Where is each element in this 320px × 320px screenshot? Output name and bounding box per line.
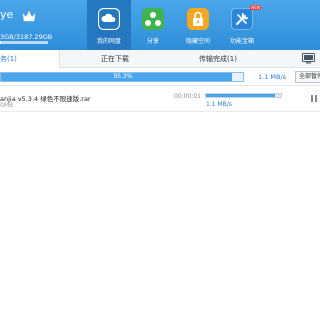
lock-icon [187,8,209,30]
task-progress-fill [206,94,275,97]
task-elapsed-time: 00:00:01 [174,93,201,100]
storage-quota-bar [0,41,48,44]
brand-name: ye [0,8,14,21]
app-header: ye 3GB/3187.29GB 我的网盘 分享 隐藏空间 NEW 功能宝箱 [0,0,320,50]
toolbox-icon [231,8,253,30]
overall-progress-label: 95.3% [113,73,133,80]
task-file-name: anjia v5.3.4 绿色不限速版.rar [0,95,91,103]
table-row[interactable]: anjia v5.3.4 绿色不限速版.rar 0MB 00:00:01 1.1… [0,86,320,112]
share-icon [142,8,164,30]
transfer-tabs: 务(1) 正在下载 传输完成(1) [0,50,320,68]
storage-quota-text: 3GB/3187.29GB [0,33,53,41]
nav-toolbox[interactable]: NEW 功能宝箱 [220,0,264,50]
new-badge: NEW [250,5,262,10]
task-progress-bar [205,93,282,98]
pause-icon[interactable] [311,95,318,103]
task-speed: 1.1 MB/s [206,101,232,108]
overall-progress-bar: 95.3% [0,72,244,82]
monitor-icon[interactable] [302,53,315,64]
crown-icon [22,11,36,22]
nav-hidden-space[interactable]: 隐藏空间 [176,0,220,50]
overall-speed: 1.1 MB/s [258,73,287,81]
nav-label: 隐藏空间 [185,38,210,45]
nav-label: 功能宝箱 [229,38,254,45]
overall-progress-row: 95.3% 1.1 MB/s 全部暂停 [0,68,320,86]
task-file-size: 0MB [0,102,14,109]
nav-label: 我的网盘 [96,38,121,45]
cloud-icon [98,8,120,30]
nav-my-cloud[interactable]: 我的网盘 [87,0,131,50]
nav-label: 分享 [146,38,159,45]
tab-completed[interactable]: 传输完成(1) [188,50,248,68]
pause-all-button[interactable]: 全部暂停 [295,71,320,83]
nav-share[interactable]: 分享 [131,0,175,50]
tab-all-tasks[interactable]: 务(1) [0,50,60,68]
tab-downloading[interactable]: 正在下载 [90,50,140,68]
